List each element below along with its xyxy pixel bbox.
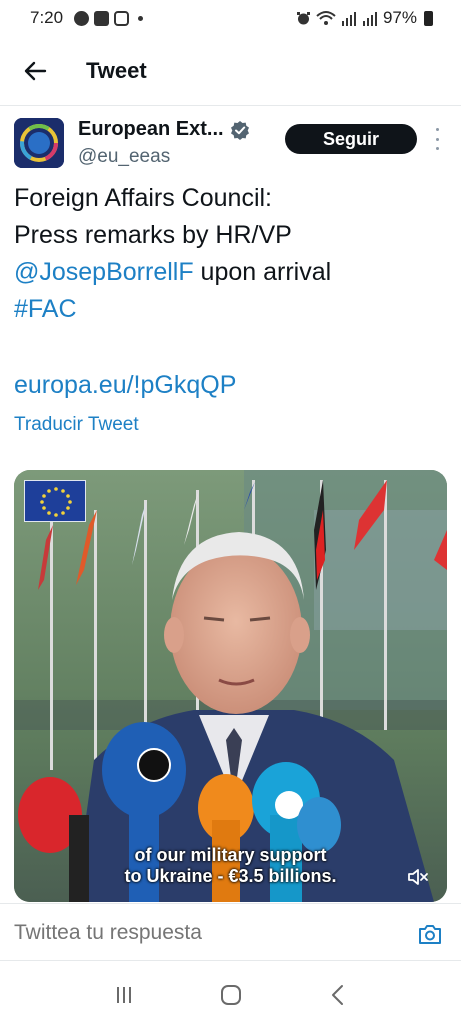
home-icon: [220, 985, 241, 1005]
camera-icon: [419, 925, 441, 944]
status-bar: 7:20 97%: [0, 0, 461, 36]
wifi-icon: [316, 11, 336, 25]
status-left: 7:20: [30, 8, 144, 28]
page-title: Tweet: [86, 57, 147, 83]
tweet-text-line: Foreign Affairs Council:: [14, 184, 272, 212]
home-button[interactable]: [211, 975, 251, 1015]
hashtag-link[interactable]: #FAC: [14, 291, 446, 328]
pinterest-icon: [74, 10, 90, 26]
reply-input[interactable]: [14, 918, 394, 948]
translate-tweet-link[interactable]: Traducir Tweet: [14, 414, 139, 436]
system-nav-bar: [0, 966, 461, 1024]
arrow-left-icon: [24, 61, 47, 80]
tweet-text: Foreign Affairs Council: Press remarks b…: [14, 180, 446, 328]
battery-icon: [424, 10, 433, 26]
eu-flag-logo: [24, 480, 86, 522]
author-handle[interactable]: @eu_eeas: [78, 146, 170, 168]
verified-badge-icon: [230, 120, 249, 140]
mention-link[interactable]: @JosepBorrellF: [14, 258, 194, 286]
alarm-icon: [296, 11, 310, 24]
battery-percentage: 97%: [382, 8, 417, 27]
instagram-icon: [114, 10, 130, 26]
author-name[interactable]: European Ext...: [78, 118, 224, 141]
video-subtitle: to Ukraine - €3.5 billions.: [124, 866, 337, 886]
recent-apps-button[interactable]: [104, 975, 144, 1015]
tweet-text-line: Press remarks by HR/VP: [14, 221, 292, 249]
status-time: 7:20: [30, 8, 64, 27]
eeas-logo: [14, 118, 64, 168]
camera-button[interactable]: [418, 923, 442, 945]
avatar[interactable]: [14, 118, 64, 168]
back-nav-button[interactable]: [318, 975, 358, 1015]
tweet-text-fragment: upon arrival: [193, 258, 332, 286]
mute-button[interactable]: [407, 868, 429, 886]
author-name-row: European Ext...: [78, 118, 250, 141]
back-icon: [331, 985, 343, 1005]
signal-icon: [362, 11, 377, 26]
dot-icon: [138, 15, 144, 21]
video-frame: [14, 470, 447, 902]
more-vertical-icon[interactable]: [432, 128, 442, 150]
reply-bar: [0, 903, 461, 961]
tweet-text-line: @JosepBorrellF upon arrival: [14, 254, 446, 291]
tweet-video[interactable]: of our military support to Ukraine - €3.…: [14, 470, 447, 902]
follow-button[interactable]: Seguir: [285, 124, 417, 154]
recent-apps-icon: [116, 987, 131, 1003]
video-subtitle: of our military support: [134, 845, 327, 865]
eu-stars-icon: [40, 487, 72, 517]
external-link[interactable]: europa.eu/!pGkqQP: [14, 367, 236, 404]
speaker-muted-icon: [408, 869, 428, 885]
top-app-bar: Tweet: [0, 36, 461, 106]
gallery-icon: [94, 10, 110, 26]
back-button[interactable]: [0, 36, 70, 106]
tweet-author: European Ext... @eu_eeas Seguir: [14, 118, 454, 172]
signal-icon: [341, 11, 356, 26]
status-right: 97%: [296, 8, 433, 28]
